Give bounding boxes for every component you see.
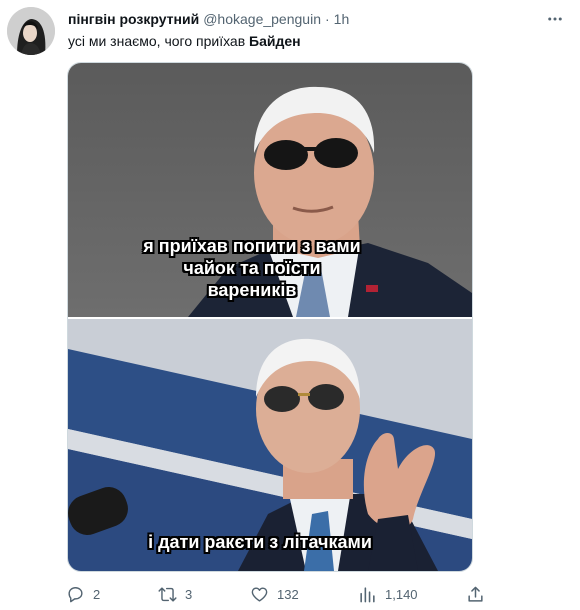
tweet[interactable]: пінгвін розкрутний @hokage_penguin · 1h … — [0, 0, 580, 610]
views-chart-icon — [360, 586, 375, 602]
tweet-media[interactable]: я приїхав попити з вами чайок та поїсти … — [67, 62, 473, 572]
display-name[interactable]: пінгвін розкрутний — [68, 11, 199, 27]
avatar-image — [7, 7, 55, 55]
tweet-text-bold: Байден — [249, 33, 301, 49]
share-icon — [468, 586, 483, 602]
avatar[interactable] — [7, 7, 55, 55]
share-button[interactable] — [466, 585, 485, 604]
meme-panel-bottom: і дати ракєти з літачками — [68, 319, 472, 571]
reply-button[interactable]: 2 — [66, 585, 100, 604]
views-button[interactable]: 1,140 — [358, 585, 418, 604]
caption-line: я приїхав попити з вами — [143, 236, 361, 256]
separator-dot: · — [324, 11, 330, 27]
reply-icon — [68, 586, 83, 602]
caption-line: вареників — [207, 280, 297, 300]
tweet-text-body: усі ми знаємо, чого приїхав — [68, 33, 250, 49]
tweet-text: усі ми знаємо, чого приїхав Байден — [68, 31, 560, 51]
meme-panel-top: я приїхав попити з вами чайок та поїсти … — [68, 63, 472, 317]
meme-caption-top: я приїхав попити з вами чайок та поїсти … — [68, 235, 472, 301]
caption-line: чайок та поїсти — [183, 258, 321, 278]
retweet-icon — [158, 586, 177, 602]
like-count: 132 — [277, 586, 299, 602]
views-count: 1,140 — [385, 586, 418, 602]
like-button[interactable]: 132 — [250, 585, 299, 604]
user-handle[interactable]: @hokage_penguin — [203, 11, 321, 27]
meme-caption-bottom: і дати ракєти з літачками — [148, 532, 372, 552]
reply-count: 2 — [93, 586, 101, 602]
more-options-button[interactable] — [544, 8, 566, 30]
tweet-actions: 2 3 132 1,140 — [66, 582, 496, 606]
retweet-button[interactable]: 3 — [158, 585, 192, 604]
timestamp[interactable]: 1h — [334, 11, 350, 27]
heart-icon — [251, 586, 268, 602]
tweet-header: пінгвін розкрутний @hokage_penguin · 1h — [68, 9, 540, 29]
retweet-count: 3 — [185, 586, 193, 602]
more-horizontal-icon — [548, 17, 562, 21]
